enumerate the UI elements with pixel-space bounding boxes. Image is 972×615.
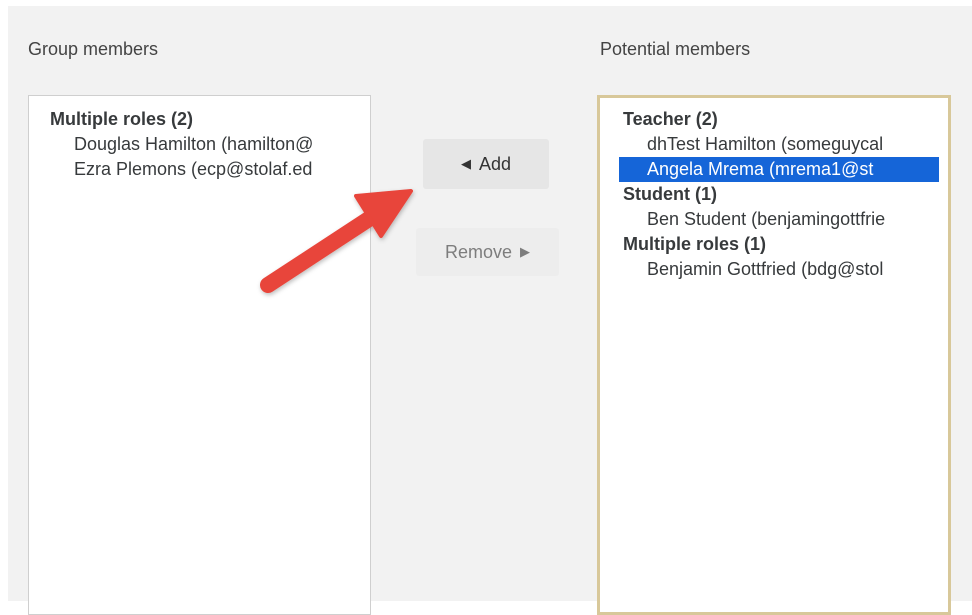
group-member-selector: Group members Potential members Multiple… bbox=[8, 6, 972, 615]
right-triangle-icon: ▶ bbox=[520, 244, 531, 259]
potential-option-ben-student[interactable]: Ben Student (benjamingottfrie bbox=[600, 207, 948, 232]
add-button-label: Add bbox=[478, 153, 512, 174]
potential-members-listbox[interactable]: Teacher (2) dhTest Hamilton (someguycal … bbox=[597, 95, 951, 615]
potential-option-angela-mrema-selected[interactable]: Angela Mrema (mrema1@st bbox=[619, 157, 939, 182]
optgroup-multiple-roles: Multiple roles (1) bbox=[623, 234, 767, 254]
member-option-ezra-plemons[interactable]: Ezra Plemons (ecp@stolaf.ed bbox=[29, 157, 370, 182]
group-members-listbox[interactable]: Multiple roles (2) Douglas Hamilton (ham… bbox=[28, 95, 371, 615]
remove-button-label: Remove bbox=[444, 241, 513, 262]
optgroup-multiple-roles: Multiple roles (2) bbox=[50, 109, 194, 129]
add-button[interactable]: ◀ Add bbox=[423, 139, 549, 189]
potential-members-label: Potential members bbox=[600, 39, 751, 59]
left-triangle-icon: ◀ bbox=[460, 156, 471, 171]
member-option-douglas-hamilton[interactable]: Douglas Hamilton (hamilton@ bbox=[29, 132, 370, 157]
potential-option-dhtest-hamilton[interactable]: dhTest Hamilton (someguycal bbox=[600, 132, 948, 157]
potential-option-benjamin-gottfried[interactable]: Benjamin Gottfried (bdg@stol bbox=[600, 257, 948, 282]
optgroup-student: Student (1) bbox=[623, 184, 717, 204]
remove-button[interactable]: Remove ▶ bbox=[416, 228, 559, 276]
group-members-label: Group members bbox=[28, 39, 159, 59]
optgroup-teacher: Teacher (2) bbox=[623, 109, 718, 129]
